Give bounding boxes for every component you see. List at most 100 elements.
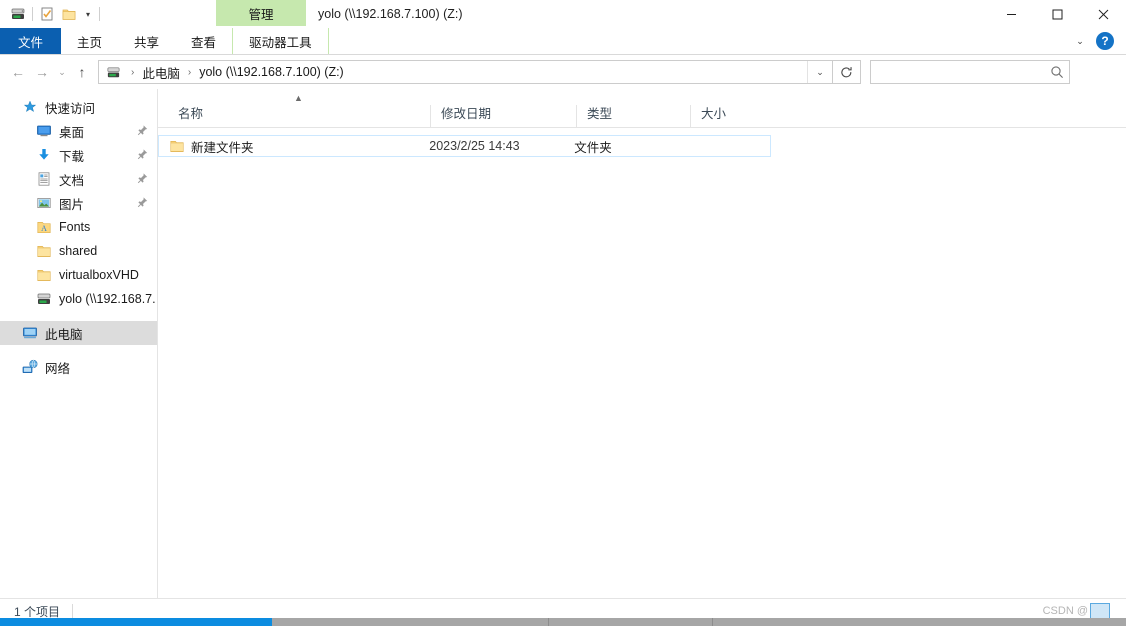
cell-date-modified: 2023/2/25 14:43 [429,139,520,153]
maximize-button[interactable] [1034,0,1080,28]
sidebar-item-shared[interactable]: shared [0,239,157,263]
folder-icon [36,267,52,283]
documents-icon [36,171,52,187]
quick-access-toolbar: ▾ [0,0,103,28]
title-bar: ▾ 管理 yolo (\\192.168.7.100) (Z:) [0,0,1126,28]
cell-name-text: 新建文件夹 [191,140,254,155]
network-icon [22,359,38,375]
sidebar-item-network[interactable]: 网络 [0,355,157,379]
navigation-pane[interactable]: 快速访问 桌面 下载 文档 图片 A Fonts shared virtualb… [0,89,158,598]
watermark-badge-icon [1090,603,1110,619]
folder-icon [169,138,185,154]
sidebar-label: 快速访问 [45,101,96,116]
breadcrumb-separator-1: › [187,66,192,78]
sidebar-item-yolo-drive[interactable]: yolo (\\192.168.7. [0,287,157,311]
search-input[interactable] [871,64,1045,80]
breadcrumb-item-yolo-drive[interactable]: yolo (\\192.168.7.100) (Z:) [197,65,346,79]
desktop-icon [36,123,52,139]
file-list-pane[interactable]: ▲ 名称 修改日期 类型 大小 新建文件夹 2023/2/25 14:43 文件… [158,89,1126,598]
sidebar-item-this-pc[interactable]: 此电脑 [0,321,157,345]
window-controls [988,0,1126,28]
network-drive-icon [36,291,52,307]
column-header-date-modified[interactable]: 修改日期 [430,105,576,127]
strip-tick-2 [712,618,713,626]
status-item-count: 1 个项目 [14,604,61,619]
help-button[interactable]: ? [1096,32,1114,50]
sidebar-label: yolo (\\192.168.7. [59,292,156,306]
up-button[interactable]: ↑ [70,60,94,84]
tab-file[interactable]: 文件 [0,28,62,54]
close-button[interactable] [1080,0,1126,28]
back-button[interactable]: ← [6,60,30,84]
tab-view[interactable]: 查看 [175,28,232,54]
sidebar-label: Fonts [59,220,91,234]
star-icon [22,99,38,115]
sidebar-label: 文档 [59,173,85,188]
breadcrumb-item-this-pc[interactable]: 此电脑 [140,63,182,82]
cell-name[interactable]: 新建文件夹 [159,137,429,156]
sidebar-label: 桌面 [59,125,85,140]
properties-icon[interactable] [36,3,58,25]
address-bar-row: ← → ⌄ ↑ › 此电脑 › yolo (\\192.168.7.100) (… [0,55,1126,89]
breadcrumb-separator-0: › [131,66,135,78]
sidebar-label: virtualboxVHD [59,268,139,282]
pin-icon[interactable] [136,172,149,185]
contextual-tab-header: 管理 [216,0,306,26]
chevron-down-icon[interactable]: ⌄ [1070,31,1090,51]
search-icon[interactable] [1045,65,1069,79]
breadcrumb: › 此电脑 › yolo (\\192.168.7.100) (Z:) [99,63,807,82]
address-bar[interactable]: › 此电脑 › yolo (\\192.168.7.100) (Z:) ⌄ [98,60,833,84]
bottom-progress-strip[interactable] [0,618,1126,626]
network-drive-icon[interactable] [7,3,29,25]
status-divider [72,604,74,618]
sidebar-item-fonts[interactable]: A Fonts [0,215,157,239]
pin-icon[interactable] [136,124,149,137]
network-drive-icon [105,64,121,80]
window-title: yolo (\\192.168.7.100) (Z:) [318,7,463,21]
sidebar-label: 网络 [45,361,71,376]
qat-divider-1 [32,7,33,21]
tab-home[interactable]: 主页 [61,28,118,54]
sidebar-label: shared [59,244,98,258]
column-headers: ▲ 名称 修改日期 类型 大小 [158,93,1126,128]
table-row[interactable]: 新建文件夹 2023/2/25 14:43 文件夹 [158,135,771,157]
sidebar-item-quick-access[interactable]: 快速访问 [0,95,157,119]
tab-drive-tools[interactable]: 驱动器工具 [232,28,329,54]
ribbon-tab-strip: 文件 主页 共享 查看 驱动器工具 ⌄ ? [0,28,1126,55]
minimize-button[interactable] [988,0,1034,28]
new-folder-icon[interactable] [58,3,80,25]
search-box[interactable] [870,60,1070,84]
sidebar-item-desktop[interactable]: 桌面 [0,119,157,143]
column-header-type[interactable]: 类型 [576,105,690,127]
column-header-name[interactable]: 名称 [158,105,430,127]
pin-icon[interactable] [136,148,149,161]
recent-locations-button[interactable]: ⌄ [54,60,70,84]
sidebar-label: 下载 [59,149,85,164]
sort-ascending-icon: ▲ [294,93,303,103]
pin-icon[interactable] [136,196,149,209]
address-dropdown-icon[interactable]: ⌄ [807,61,832,83]
sidebar-item-pictures[interactable]: 图片 [0,191,157,215]
fonts-folder-icon: A [36,219,52,235]
sidebar-label: 图片 [59,197,85,212]
forward-button[interactable]: → [30,60,54,84]
downloads-icon [36,147,52,163]
sidebar-item-virtualboxvhd[interactable]: virtualboxVHD [0,263,157,287]
ribbon-right-controls: ⌄ ? [1070,28,1122,54]
progress-fill [0,618,272,626]
svg-text:A: A [41,224,47,233]
cell-type: 文件夹 [574,140,612,155]
watermark-text: CSDN @ [1042,605,1088,617]
sidebar-label: 此电脑 [45,327,83,342]
sidebar-item-documents[interactable]: 文档 [0,167,157,191]
column-header-size[interactable]: 大小 [690,105,773,127]
sidebar-item-downloads[interactable]: 下载 [0,143,157,167]
refresh-button[interactable] [833,60,861,84]
this-pc-icon [22,325,38,341]
tab-share[interactable]: 共享 [118,28,175,54]
customize-caret-icon[interactable]: ▾ [80,3,96,25]
csdn-watermark: CSDN @ [1043,603,1110,619]
qat-divider-2 [99,7,100,21]
